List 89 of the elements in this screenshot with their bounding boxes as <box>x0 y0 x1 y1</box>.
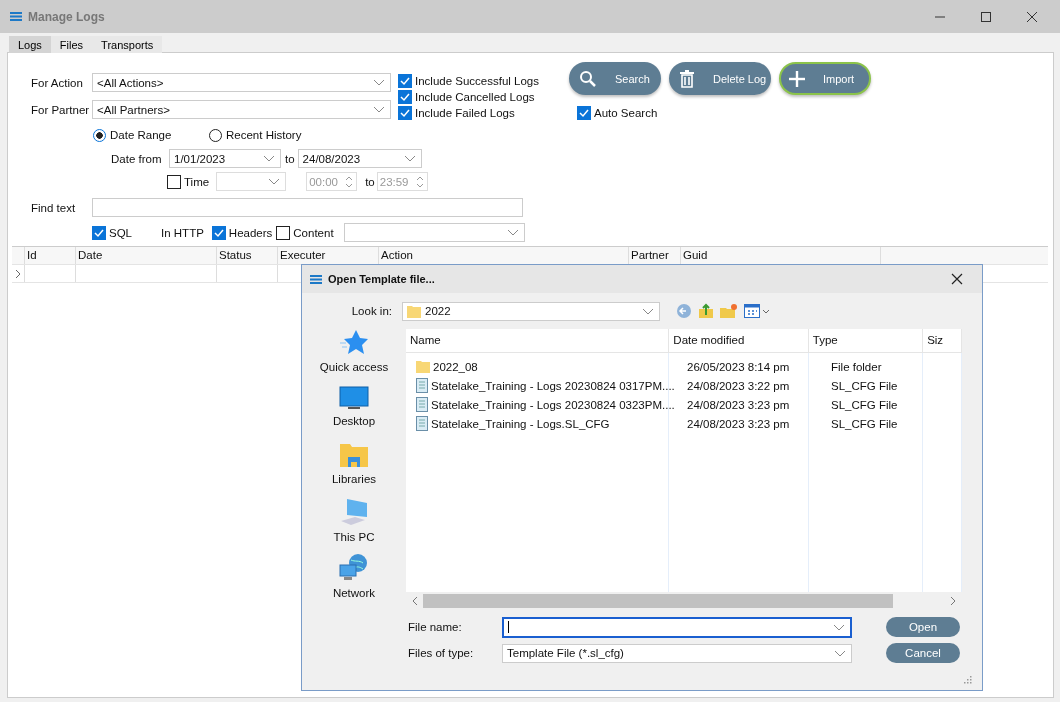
checkbox[interactable] <box>577 106 591 120</box>
folder-icon <box>339 441 369 469</box>
file-row[interactable]: Statelake_Training - Logs 20230824 0323PM.... 24/08/2023 3:23 pm SL_CFG File <box>406 395 962 414</box>
monitor-icon <box>339 385 369 411</box>
place-item[interactable]: This PC <box>333 497 375 553</box>
column-header[interactable]: Id <box>25 247 76 264</box>
radio-label: Recent History <box>226 129 302 141</box>
checkbox-label: Content <box>293 226 334 239</box>
delete-button[interactable]: Delete Log <box>669 62 771 95</box>
document-icon <box>416 378 428 393</box>
date-from-picker[interactable]: 1/01/2023 <box>169 149 281 168</box>
tab[interactable]: Logs <box>9 36 51 53</box>
action-dropdown[interactable]: <All Actions> <box>92 73 391 92</box>
find-text-field[interactable] <box>92 198 523 217</box>
file-name-field[interactable] <box>502 616 852 638</box>
field-label: Look in: <box>350 305 392 317</box>
checkbox[interactable] <box>398 90 412 104</box>
column-header[interactable]: Siz <box>923 329 962 352</box>
field-label: In HTTP <box>161 226 204 239</box>
maximize-icon[interactable] <box>980 10 992 23</box>
tab[interactable]: Files <box>50 36 93 53</box>
checkbox[interactable] <box>211 225 226 240</box>
tab[interactable]: Transports <box>92 36 163 53</box>
close-icon[interactable] <box>1026 10 1038 23</box>
column-header[interactable]: Status <box>217 247 278 264</box>
menu-icon <box>10 12 22 21</box>
checkbox[interactable] <box>398 106 412 120</box>
row-pointer-icon <box>15 268 21 279</box>
checkbox-label: SQL <box>109 226 132 239</box>
document-icon <box>416 397 428 412</box>
partner-dropdown[interactable]: <All Partners> <box>92 100 391 119</box>
column-header[interactable]: Date <box>76 247 217 264</box>
column-header[interactable]: Type <box>808 329 924 352</box>
dialog-title: Open Template file... <box>328 273 435 285</box>
place-item[interactable]: Quick access <box>319 329 389 385</box>
column-header[interactable]: Name <box>406 329 670 352</box>
radio-button[interactable] <box>209 128 222 142</box>
new-folder-icon[interactable] <box>720 303 738 319</box>
place-item[interactable]: Libraries <box>331 441 377 497</box>
field-label: For Partner <box>31 103 91 116</box>
folder-icon <box>407 304 421 318</box>
search-icon <box>579 69 597 88</box>
scroll-right-icon[interactable] <box>949 595 957 606</box>
document-icon <box>416 416 428 431</box>
column-header[interactable]: Date modified <box>669 329 809 352</box>
checkbox-label: Include Failed Logs <box>415 107 515 119</box>
radio-button[interactable] <box>93 128 106 142</box>
date-to-picker[interactable]: 24/08/2023 <box>297 149 422 168</box>
checkbox[interactable] <box>398 74 412 88</box>
checkbox-label: Time <box>184 175 210 188</box>
checkbox-label: Headers <box>228 226 273 239</box>
trash-icon <box>679 69 695 88</box>
folder-icon <box>416 359 430 374</box>
file-row[interactable]: Statelake_Training - Logs.SL_CFG 24/08/2023 3:23 pm SL_CFG File <box>406 414 962 433</box>
checkbox-label: Include Successful Logs <box>415 75 540 87</box>
checkbox[interactable] <box>92 225 106 240</box>
field-label: File name: <box>407 621 463 633</box>
file-row[interactable]: Statelake_Training - Logs 20230824 0317PM.... 24/08/2023 3:22 pm SL_CFG File <box>406 376 962 395</box>
look-in-dropdown[interactable]: 2022 <box>402 301 660 321</box>
field-label: Files of type: <box>407 647 475 659</box>
field-label: to <box>365 175 375 188</box>
checkbox[interactable] <box>276 225 291 240</box>
checkbox[interactable] <box>167 174 181 189</box>
checkbox-label: Auto Search <box>594 107 658 119</box>
place-item[interactable]: Desktop <box>332 385 376 441</box>
up-folder-icon[interactable] <box>698 303 714 319</box>
radio-label: Date Range <box>110 129 172 141</box>
plus-icon <box>789 70 805 87</box>
import-button[interactable]: Import <box>779 62 871 95</box>
resize-grip-icon[interactable] <box>964 676 972 684</box>
window-title: Manage Logs <box>28 9 105 24</box>
view-menu-icon[interactable] <box>744 303 770 319</box>
place-item[interactable]: Network <box>332 553 376 609</box>
scroll-left-icon[interactable] <box>411 595 419 606</box>
search-button[interactable]: Search <box>569 62 661 95</box>
field-label: Find text <box>31 201 77 214</box>
file-type-dropdown[interactable]: Template File (*.sl_cfg) <box>502 643 852 663</box>
open-button[interactable]: Open <box>886 617 960 637</box>
field-label: to <box>285 152 295 165</box>
field-label: Date from <box>111 152 163 165</box>
checkbox-label: Include Cancelled Logs <box>415 91 535 103</box>
network-icon <box>338 553 370 583</box>
field-label: For Action <box>31 76 84 89</box>
file-row[interactable]: 2022_08 26/05/2023 8:14 pm File folder <box>406 357 962 376</box>
menu-icon <box>310 274 322 284</box>
computer-icon <box>339 497 369 527</box>
star-icon <box>339 329 369 357</box>
cancel-button[interactable]: Cancel <box>886 643 960 663</box>
close-icon[interactable] <box>951 273 963 285</box>
